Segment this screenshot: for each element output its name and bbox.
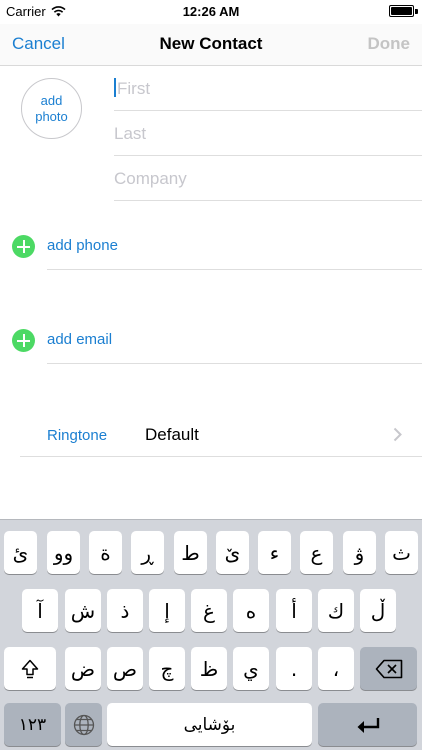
key[interactable]: أ (276, 589, 312, 632)
status-time: 12:26 AM (182, 4, 240, 19)
add-photo-button[interactable]: add photo (21, 78, 82, 139)
last-name-row (114, 111, 422, 156)
key[interactable]: چ (149, 647, 185, 690)
key[interactable]: ي (233, 647, 269, 690)
key[interactable]: ه (233, 589, 269, 632)
globe-key[interactable] (65, 703, 102, 746)
key[interactable]: ڕ (131, 531, 164, 574)
key[interactable]: ئ (4, 531, 37, 574)
globe-icon (73, 714, 94, 735)
key[interactable]: ێ (216, 531, 249, 574)
plus-circle-icon[interactable] (12, 235, 35, 258)
keyboard: ث ۋ ع ء ێ ط ڕ ة وو ئ ڵ ك أ ه غ إ ذ ش آ ،… (0, 519, 422, 750)
shift-arrow-icon (21, 659, 39, 678)
ringtone-row[interactable]: Ringtone Default (20, 413, 422, 457)
key[interactable]: ڵ (360, 589, 396, 632)
add-phone-label: add phone (47, 237, 118, 254)
key[interactable]: ، (318, 647, 354, 690)
page-title: New Contact (159, 34, 263, 53)
key[interactable]: غ (191, 589, 227, 632)
numbers-key[interactable]: ١٢٣ (4, 703, 61, 746)
add-photo-label: add photo (35, 92, 68, 124)
battery-tip (415, 9, 418, 14)
key[interactable]: ث (385, 531, 418, 574)
add-email-label: add email (47, 331, 113, 348)
key[interactable]: ط (174, 531, 207, 574)
key[interactable]: آ (22, 589, 58, 632)
return-arrow-icon (357, 717, 379, 733)
done-button[interactable]: Done (368, 34, 411, 54)
key[interactable]: إ (149, 589, 185, 632)
first-name-input[interactable] (114, 66, 422, 110)
backspace-key[interactable] (360, 647, 417, 690)
backspace-icon (375, 659, 402, 678)
ringtone-value: Default (145, 425, 199, 444)
key[interactable]: ء (258, 531, 291, 574)
text-caret (114, 78, 116, 97)
key[interactable]: ة (89, 531, 122, 574)
key[interactable]: ش (65, 589, 101, 632)
key[interactable]: ص (107, 647, 143, 690)
last-name-input[interactable] (114, 111, 422, 155)
divider (47, 269, 422, 270)
shift-key[interactable] (4, 647, 56, 690)
key[interactable]: . (276, 647, 312, 690)
key[interactable]: وو (47, 531, 80, 574)
return-key[interactable] (318, 703, 417, 746)
company-input[interactable] (114, 156, 422, 200)
key[interactable]: ك (318, 589, 354, 632)
key[interactable]: ۋ (343, 531, 376, 574)
key[interactable]: ذ (107, 589, 143, 632)
add-email-row[interactable]: add email (0, 318, 422, 364)
add-phone-row[interactable]: add phone (0, 224, 422, 270)
first-name-row (114, 66, 422, 111)
navigation-bar: Cancel New Contact Done (0, 24, 422, 66)
key[interactable]: ع (300, 531, 333, 574)
plus-circle-icon[interactable] (12, 329, 35, 352)
chevron-right-icon (393, 427, 402, 442)
status-bar: Carrier 12:26 AM (0, 0, 422, 24)
battery-icon (389, 5, 414, 17)
company-row (114, 156, 422, 201)
space-key[interactable]: بۆشایی (107, 703, 312, 746)
key[interactable]: ظ (191, 647, 227, 690)
divider (47, 363, 422, 364)
key[interactable]: ض (65, 647, 101, 690)
ringtone-label: Ringtone (47, 427, 108, 444)
